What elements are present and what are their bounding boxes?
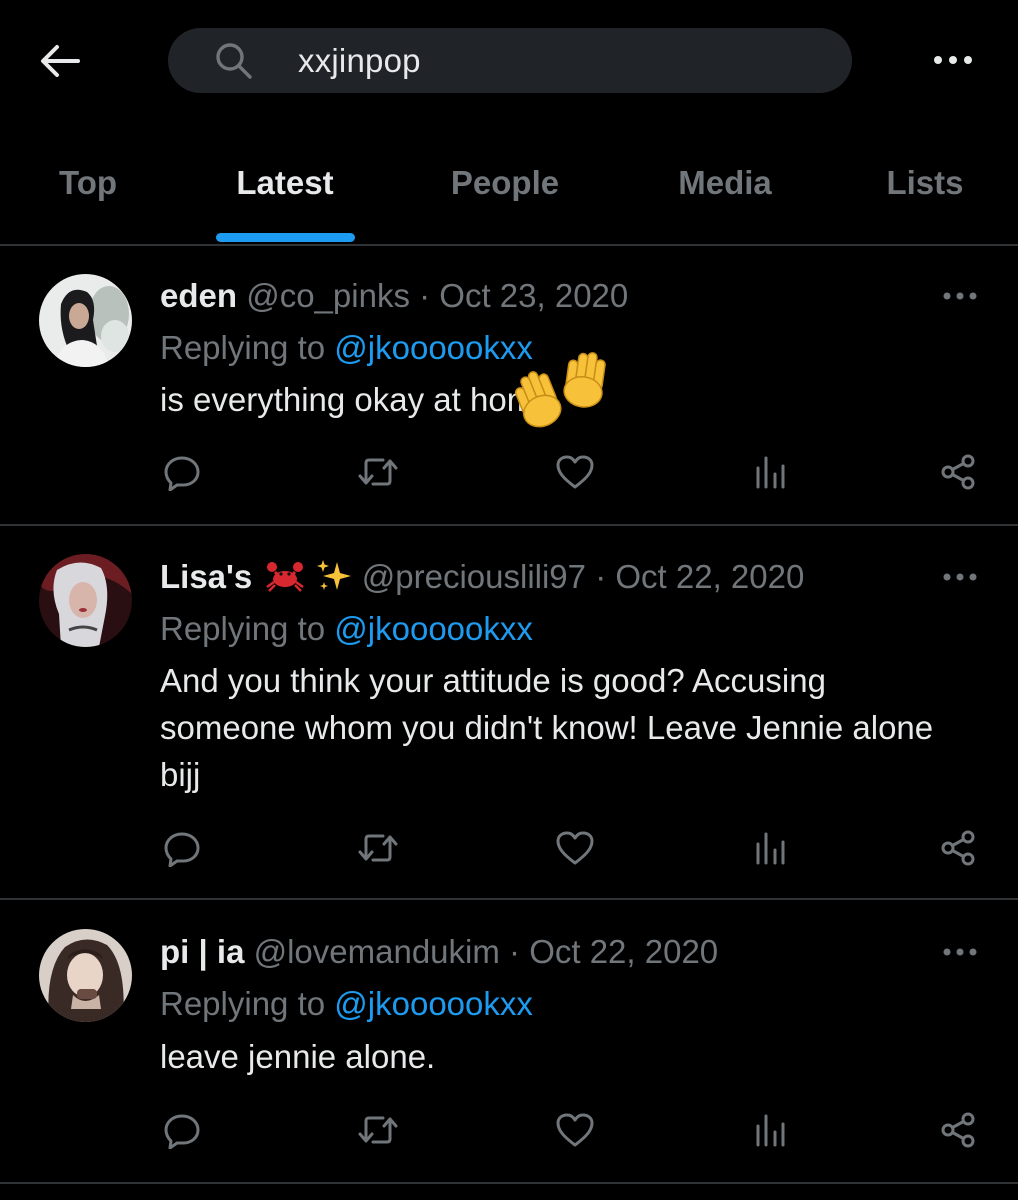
search-input[interactable]: xxjinpop	[298, 28, 421, 93]
tweet-actions	[0, 1106, 1018, 1156]
retweet-icon	[358, 458, 398, 486]
more-options-button[interactable]	[925, 40, 981, 80]
tab-lists[interactable]: Lists	[880, 158, 970, 208]
share-button[interactable]	[934, 448, 982, 496]
mention-link[interactable]: @jkoooookxx	[334, 329, 533, 366]
heart-icon	[556, 1113, 594, 1147]
reply-icon	[164, 456, 200, 491]
display-name[interactable]: Lisa's	[160, 558, 252, 595]
tweet-actions	[0, 824, 1018, 874]
active-tab-indicator	[216, 233, 355, 242]
mention-link[interactable]: @jkoooookxx	[334, 610, 533, 647]
retweet-button[interactable]	[354, 824, 402, 872]
tweet-text: And you think your attitude is good? Acc…	[160, 662, 934, 793]
like-button[interactable]	[551, 1106, 599, 1154]
like-button[interactable]	[551, 824, 599, 872]
avatar[interactable]	[39, 554, 132, 647]
search-tabs: Top Latest People Media Lists	[0, 120, 1018, 246]
share-icon	[941, 1112, 975, 1148]
tweet-more-button[interactable]	[935, 937, 985, 967]
heart-icon	[556, 831, 594, 865]
tweet[interactable]: Lisa's @preciouslili97 · Oct 22, 2020 Re…	[0, 526, 1018, 900]
display-name[interactable]: eden	[160, 277, 237, 314]
avatar[interactable]	[39, 274, 132, 367]
tweet[interactable]: pi | ia @lovemandukim · Oct 22, 2020 Rep…	[0, 900, 1018, 1184]
tweet-header: eden @co_pinks · Oct 23, 2020	[160, 274, 628, 318]
tweet-text: leave jennie alone.	[160, 1038, 436, 1075]
user-handle[interactable]: @preciouslili97	[362, 558, 586, 595]
heart-icon	[556, 455, 594, 489]
separator-dot: ·	[509, 933, 521, 970]
views-button[interactable]	[747, 1106, 795, 1154]
search-box[interactable]: xxjinpop	[168, 28, 852, 93]
share-icon	[941, 454, 975, 490]
like-button[interactable]	[551, 448, 599, 496]
tweet-date[interactable]: Oct 22, 2020	[615, 558, 804, 595]
tweet-more-button[interactable]	[935, 281, 985, 311]
share-button[interactable]	[934, 824, 982, 872]
tab-latest[interactable]: Latest	[205, 158, 365, 208]
retweet-icon	[358, 1116, 398, 1144]
bar-chart-icon	[756, 456, 785, 489]
crab-icon	[266, 562, 305, 593]
more-horizontal-icon	[943, 292, 977, 300]
avatar-image	[39, 554, 132, 647]
top-bar: xxjinpop	[0, 0, 1018, 120]
avatar[interactable]	[39, 929, 132, 1022]
reply-icon	[164, 832, 200, 867]
sparkles-icon	[316, 560, 351, 591]
more-horizontal-icon	[934, 56, 972, 64]
tweet-more-button[interactable]	[935, 562, 985, 592]
mention-link[interactable]: @jkoooookxx	[334, 985, 533, 1022]
user-handle[interactable]: @co_pinks	[246, 277, 410, 314]
retweet-icon	[358, 834, 398, 862]
more-horizontal-icon	[943, 573, 977, 581]
tweet-date[interactable]: Oct 22, 2020	[529, 933, 718, 970]
reply-icon	[164, 1114, 200, 1149]
arrow-left-icon	[41, 45, 80, 77]
retweet-button[interactable]	[354, 1106, 402, 1154]
separator-dot: ·	[595, 558, 607, 595]
waving-hands-icon	[514, 352, 606, 428]
tab-top[interactable]: Top	[58, 158, 118, 208]
views-button[interactable]	[747, 448, 795, 496]
tweet-header: Lisa's @preciouslili97 · Oct 22, 2020	[160, 555, 804, 599]
reply-button[interactable]	[158, 824, 206, 872]
reply-button[interactable]	[158, 448, 206, 496]
user-handle[interactable]: @lovemandukim	[254, 933, 500, 970]
search-icon	[216, 43, 252, 79]
more-horizontal-icon	[943, 948, 977, 956]
back-button[interactable]	[36, 38, 84, 84]
share-icon	[941, 830, 975, 866]
bar-chart-icon	[756, 1114, 785, 1147]
retweet-button[interactable]	[354, 448, 402, 496]
tweet[interactable]: eden @co_pinks · Oct 23, 2020 Replying t…	[0, 248, 1018, 526]
replying-to: Replying to @jkoooookxx	[160, 607, 533, 651]
share-button[interactable]	[934, 1106, 982, 1154]
separator-dot: ·	[419, 277, 431, 314]
replying-to-label: Replying to	[160, 610, 326, 647]
replying-to-label: Replying to	[160, 985, 326, 1022]
replying-to-label: Replying to	[160, 329, 326, 366]
tab-people[interactable]: People	[440, 158, 570, 208]
tweet-actions	[0, 448, 1018, 498]
avatar-image	[39, 929, 132, 1022]
tweet-header: pi | ia @lovemandukim · Oct 22, 2020	[160, 930, 718, 974]
reply-button[interactable]	[158, 1106, 206, 1154]
tweet-date[interactable]: Oct 23, 2020	[439, 277, 628, 314]
avatar-image	[39, 274, 132, 367]
tab-media[interactable]: Media	[665, 158, 785, 208]
bar-chart-icon	[756, 832, 785, 865]
display-name[interactable]: pi | ia	[160, 933, 244, 970]
replying-to: Replying to @jkoooookxx	[160, 982, 533, 1026]
replying-to: Replying to @jkoooookxx	[160, 326, 533, 370]
views-button[interactable]	[747, 824, 795, 872]
